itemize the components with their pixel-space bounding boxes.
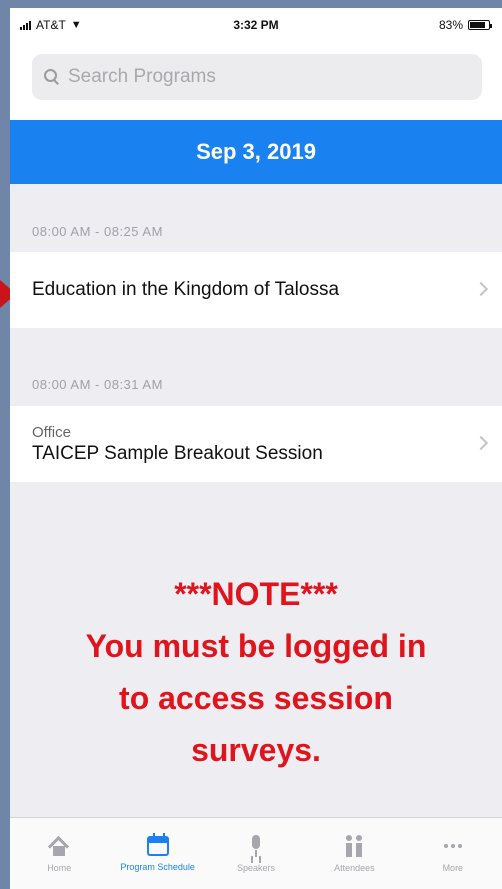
- status-right: 83%: [438, 18, 492, 32]
- session-row-2[interactable]: Office TAICEP Sample Breakout Session: [10, 406, 502, 482]
- session-time-1: 08:00 AM - 08:25 AM: [32, 224, 163, 239]
- date-header[interactable]: Sep 3, 2019: [10, 120, 502, 184]
- search-icon: [44, 69, 60, 85]
- note-line: surveys.: [191, 732, 321, 768]
- tab-label: Program Schedule: [120, 861, 195, 872]
- note-line: to access session: [119, 680, 393, 716]
- note-heading: ***NOTE***: [174, 576, 338, 612]
- phone-screen: AT&T ▼ 3:32 PM 83% Sep 3, 2019 08:00 AM …: [10, 8, 502, 889]
- tab-attendees[interactable]: Attendees: [305, 818, 403, 889]
- search-area: [10, 42, 502, 120]
- session-title: TAICEP Sample Breakout Session: [32, 442, 323, 464]
- home-icon: [47, 835, 71, 857]
- search-box[interactable]: [32, 54, 482, 100]
- tab-more[interactable]: More: [404, 818, 502, 889]
- tab-speakers[interactable]: Speakers: [207, 818, 305, 889]
- status-bar: AT&T ▼ 3:32 PM 83%: [10, 8, 502, 42]
- note-line: You must be logged in: [85, 628, 427, 664]
- microphone-icon: [244, 834, 268, 857]
- tab-label: Attendees: [334, 862, 375, 873]
- session-time-2: 08:00 AM - 08:31 AM: [32, 377, 163, 392]
- tab-label: Speakers: [237, 862, 276, 873]
- people-icon: [342, 834, 366, 857]
- battery-icon: [468, 20, 492, 30]
- tab-program-schedule[interactable]: Program Schedule: [108, 818, 206, 889]
- status-time: 3:32 PM: [233, 18, 279, 32]
- more-icon: [441, 835, 465, 857]
- calendar-icon: [146, 832, 169, 856]
- search-input[interactable]: [68, 66, 448, 88]
- login-note: ***NOTE*** You must be logged in to acce…: [10, 568, 502, 776]
- session-row-1[interactable]: Education in the Kingdom of Talossa: [10, 252, 502, 328]
- session-location: Office: [32, 423, 71, 441]
- tab-label: More: [442, 862, 464, 873]
- tab-label: Home: [47, 862, 72, 873]
- tab-bar: Home Program Schedule Speakers Attendees…: [10, 817, 502, 889]
- tab-home[interactable]: Home: [10, 818, 108, 889]
- session-title: Education in the Kingdom of Talossa: [32, 279, 340, 300]
- battery-percent: 83%: [438, 18, 463, 32]
